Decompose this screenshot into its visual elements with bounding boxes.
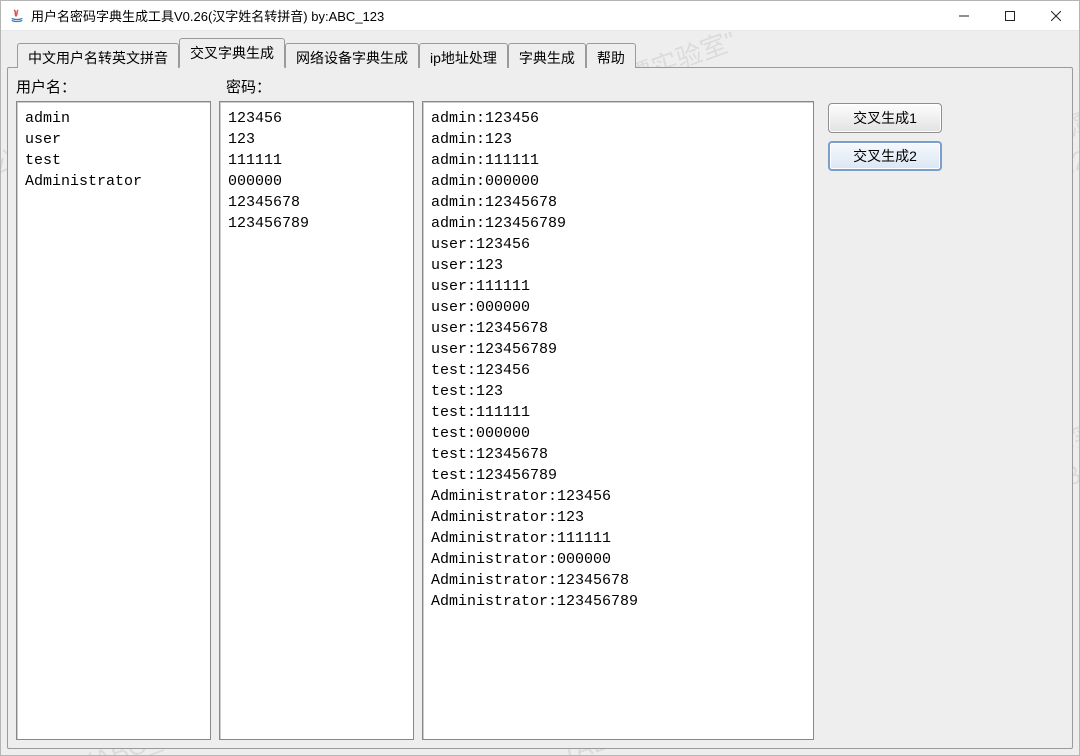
tab-pinyin[interactable]: 中文用户名转英文拼音: [17, 43, 179, 68]
app-window: 用户名密码字典生成工具V0.26(汉字姓名转拼音) by:ABC_123 中文用…: [0, 0, 1080, 756]
labels-row: 用户名： 密码：: [16, 74, 1064, 101]
window-title: 用户名密码字典生成工具V0.26(汉字姓名转拼音) by:ABC_123: [31, 6, 941, 25]
tab-network-dict[interactable]: 网络设备字典生成: [285, 43, 419, 68]
tab-ip-process[interactable]: ip地址处理: [419, 43, 508, 68]
tab-bar: 中文用户名转英文拼音 交叉字典生成 网络设备字典生成 ip地址处理 字典生成 帮…: [17, 37, 1073, 67]
output-textarea[interactable]: admin:123456 admin:123 admin:111111 admi…: [422, 101, 814, 740]
button-column: 交叉生成1 交叉生成2: [822, 101, 942, 740]
java-app-icon: [9, 8, 25, 24]
maximize-button[interactable]: [987, 1, 1033, 31]
cross-generate-2-button[interactable]: 交叉生成2: [828, 141, 942, 171]
close-button[interactable]: [1033, 1, 1079, 31]
minimize-button[interactable]: [941, 1, 987, 31]
window-controls: [941, 1, 1079, 31]
content-row: admin user test Administrator 123456 123…: [16, 101, 1064, 740]
titlebar: 用户名密码字典生成工具V0.26(汉字姓名转拼音) by:ABC_123: [1, 1, 1079, 31]
label-password: 密码：: [226, 76, 426, 97]
usernames-textarea[interactable]: admin user test Administrator: [16, 101, 211, 740]
label-username: 用户名：: [16, 76, 226, 97]
cross-generate-1-button[interactable]: 交叉生成1: [828, 103, 942, 133]
client-area: 中文用户名转英文拼音 交叉字典生成 网络设备字典生成 ip地址处理 字典生成 帮…: [1, 31, 1079, 755]
tab-help[interactable]: 帮助: [586, 43, 636, 68]
tab-panel-cross-dict: 用户名： 密码： admin user test Administrator 1…: [7, 67, 1073, 749]
tab-cross-dict[interactable]: 交叉字典生成: [179, 38, 285, 68]
tab-dict-gen[interactable]: 字典生成: [508, 43, 586, 68]
passwords-textarea[interactable]: 123456 123 111111 000000 12345678 123456…: [219, 101, 414, 740]
